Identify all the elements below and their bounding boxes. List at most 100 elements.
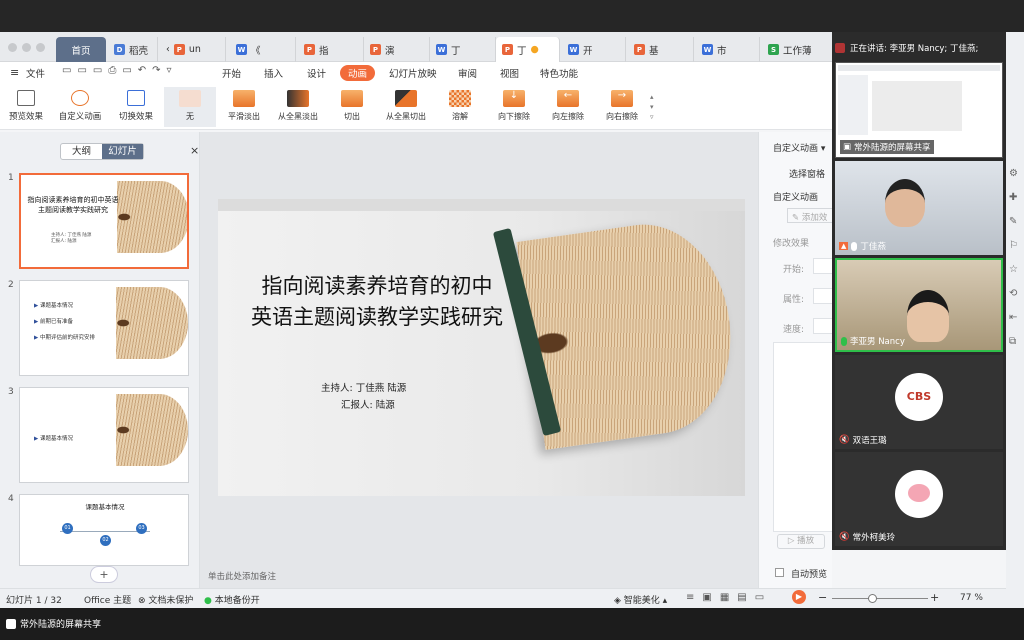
arrow-down-icon: ↓ bbox=[503, 90, 525, 107]
tab-doc[interactable]: P演 bbox=[364, 37, 430, 62]
thumb-bullet: ▶ 前期已有准备 bbox=[34, 319, 73, 325]
speed-select[interactable] bbox=[813, 318, 833, 334]
hamburger-icon[interactable]: ≡ bbox=[10, 66, 19, 79]
participant-tile[interactable]: ▲ 丁佳燕 bbox=[835, 161, 1003, 255]
menu-file[interactable]: 文件 bbox=[26, 66, 45, 80]
meeting-bottom-bar: 常外陆源的屏幕共享 bbox=[0, 608, 1024, 640]
speaking-bar: 正在讲话: 李亚男 Nancy; 丁佳燕; bbox=[835, 38, 1003, 58]
tab-doc[interactable]: S 工作薄 bbox=[762, 37, 830, 62]
tab-label: un bbox=[188, 44, 201, 55]
tab-doc-active[interactable]: P 丁 ● bbox=[496, 37, 560, 62]
menu-animation[interactable]: 动画 bbox=[340, 65, 376, 81]
preview-effect-button[interactable]: 预览效果 bbox=[2, 90, 50, 122]
zoom-knob[interactable] bbox=[868, 594, 877, 603]
tab-docer[interactable]: D 稻壳 bbox=[108, 37, 158, 62]
effect-label: 向右擦除 bbox=[606, 112, 638, 121]
gallery-scroll-icon[interactable]: ▴ ▾ ▿ bbox=[650, 92, 654, 122]
quick-access-icons[interactable]: ▭▭▭⎙▭↶↷▿ bbox=[62, 65, 178, 76]
tab-outline[interactable]: 大纲 bbox=[61, 144, 102, 159]
menu-insert[interactable]: 插入 bbox=[264, 66, 283, 80]
menu-review[interactable]: 审阅 bbox=[458, 66, 477, 80]
effect-none[interactable]: 无 bbox=[164, 87, 216, 127]
window-zoom-dot[interactable] bbox=[36, 43, 45, 52]
start-select[interactable] bbox=[813, 258, 833, 274]
property-label: 属性: bbox=[783, 295, 805, 305]
effect-thumb bbox=[287, 90, 309, 107]
add-effect-button[interactable]: ✎ 添加效 bbox=[787, 208, 833, 223]
smart-beautify[interactable]: ◈ 智能美化 ▴ bbox=[614, 593, 667, 606]
thumb-sub: 汇报人: 陆源 bbox=[51, 239, 77, 244]
tab-home[interactable]: 首页 bbox=[56, 37, 106, 62]
effect-dissolve[interactable]: 溶解 bbox=[434, 87, 486, 127]
menu-view[interactable]: 视图 bbox=[500, 66, 519, 80]
effect-fade-black[interactable]: 从全黑淡出 bbox=[272, 87, 324, 127]
book-image bbox=[116, 287, 188, 359]
effect-fade[interactable]: 平滑淡出 bbox=[218, 87, 270, 127]
participant-tile[interactable]: CBS 🔇 双语王璐 bbox=[835, 355, 1003, 449]
zoom-slider[interactable] bbox=[832, 594, 928, 603]
effect-cut-black[interactable]: 从全黑切出 bbox=[380, 87, 432, 127]
switch-effect-button[interactable]: 切换效果 bbox=[112, 90, 160, 122]
tab-doc[interactable]: W开 bbox=[562, 37, 626, 62]
view-mode-icons[interactable]: ≡▣▦▤▭ bbox=[686, 592, 772, 603]
select-pane-button[interactable]: 选择窗格 bbox=[789, 167, 825, 180]
zoom-level[interactable]: 77 % bbox=[960, 593, 983, 603]
tile-name-text: 双语王璐 bbox=[852, 436, 887, 446]
add-slide-button[interactable]: + bbox=[90, 566, 118, 583]
slide-thumb-4[interactable]: 课题基本情况 01 02 03 bbox=[19, 494, 189, 566]
tab-doc[interactable]: W丁 bbox=[430, 37, 496, 62]
share-indicator[interactable]: 常外陆源的屏幕共享 bbox=[6, 617, 101, 630]
add-effect-label: 添加效 bbox=[801, 213, 828, 223]
custom-animation-button[interactable]: 自定义动画 bbox=[56, 90, 104, 122]
effect-wipe-down[interactable]: ↓ 向下擦除 bbox=[488, 87, 540, 127]
screen-share-tile[interactable]: ▣ 常外陆源的屏幕共享 bbox=[835, 62, 1003, 158]
zoom-in-icon[interactable]: + bbox=[930, 591, 939, 604]
menu-slideshow[interactable]: 幻灯片放映 bbox=[389, 66, 437, 80]
slide-thumb-2[interactable]: ▶ 课题基本情况 ▶ 前期已有准备 ▶ 中期评估前的研究安排 bbox=[19, 280, 189, 376]
theme-name[interactable]: Office 主题 bbox=[84, 593, 131, 606]
auto-preview-checkbox[interactable] bbox=[775, 568, 784, 577]
pig-icon bbox=[908, 484, 930, 502]
slide-number: 2 bbox=[8, 280, 14, 290]
tab-label: 演 bbox=[385, 45, 395, 57]
sidebar-tool-icons[interactable]: ⚙ ✚ ✎ ⚐ ☆ ⟲ ⇤ ⧉ bbox=[1009, 162, 1018, 354]
window-close-dot[interactable] bbox=[8, 43, 17, 52]
effect-cut[interactable]: 切出 bbox=[326, 87, 378, 127]
backup-status[interactable]: ● 本地备份开 bbox=[204, 593, 260, 606]
slide-thumb-1[interactable]: 指向阅读素养培育的初中英语主题阅读教学实践研究 主持人: 丁佳燕 陆源 汇报人:… bbox=[19, 173, 189, 269]
zoom-out-icon[interactable]: − bbox=[818, 591, 827, 604]
window-minimize-dot[interactable] bbox=[22, 43, 31, 52]
notes-area[interactable]: 单击此处添加备注 bbox=[208, 570, 276, 582]
animation-list[interactable] bbox=[773, 342, 833, 532]
close-icon[interactable]: × bbox=[190, 144, 199, 157]
tab-doc[interactable]: ‹ Pun bbox=[160, 37, 226, 62]
ppt-icon: P bbox=[370, 44, 381, 55]
menu-bar: ≡ 文件 ▭▭▭⎙▭↶↷▿ 开始 插入 设计 动画 幻灯片放映 审阅 视图 特色… bbox=[0, 62, 832, 84]
effect-wipe-left[interactable]: ← 向左擦除 bbox=[542, 87, 594, 127]
tab-doc[interactable]: W市 bbox=[696, 37, 760, 62]
slide-title-line1: 指向阅读素养培育的初中 bbox=[261, 274, 493, 298]
avatar: CBS bbox=[895, 373, 943, 421]
tab-doc[interactable]: P指 bbox=[298, 37, 364, 62]
slide-thumb-3[interactable]: ▶ 课题基本情况 bbox=[19, 387, 189, 483]
menu-start[interactable]: 开始 bbox=[222, 66, 241, 80]
effect-label: 从全黑切出 bbox=[386, 112, 426, 121]
panel-tabs: 大纲 幻灯片 bbox=[60, 143, 144, 160]
host-icon: ▲ bbox=[839, 242, 849, 250]
play-slideshow-icon[interactable]: ▶ bbox=[792, 590, 806, 604]
tab-doc[interactable]: P基 bbox=[628, 37, 694, 62]
participant-tile[interactable]: 🔇 常外柯美玲 bbox=[835, 452, 1003, 546]
mic-icon bbox=[851, 241, 858, 251]
current-slide[interactable]: 指向阅读素养培育的初中 英语主题阅读教学实践研究 主持人: 丁佳燕 陆源 汇报人… bbox=[218, 199, 745, 496]
tab-doc[interactable]: W 《 bbox=[230, 37, 296, 62]
play-button[interactable]: ▷ 播放 bbox=[777, 534, 825, 549]
participant-tile-active[interactable]: 李亚男 Nancy bbox=[835, 258, 1003, 352]
tab-label: 《 bbox=[251, 45, 261, 57]
effect-wipe-right[interactable]: → 向右擦除 bbox=[596, 87, 648, 127]
menu-features[interactable]: 特色功能 bbox=[540, 66, 578, 80]
book-image bbox=[117, 181, 187, 253]
property-select[interactable] bbox=[813, 288, 833, 304]
tab-slides[interactable]: 幻灯片 bbox=[102, 144, 143, 159]
doc-protect[interactable]: ⊗ 文档未保护 bbox=[138, 593, 193, 606]
menu-design[interactable]: 设计 bbox=[307, 66, 326, 80]
